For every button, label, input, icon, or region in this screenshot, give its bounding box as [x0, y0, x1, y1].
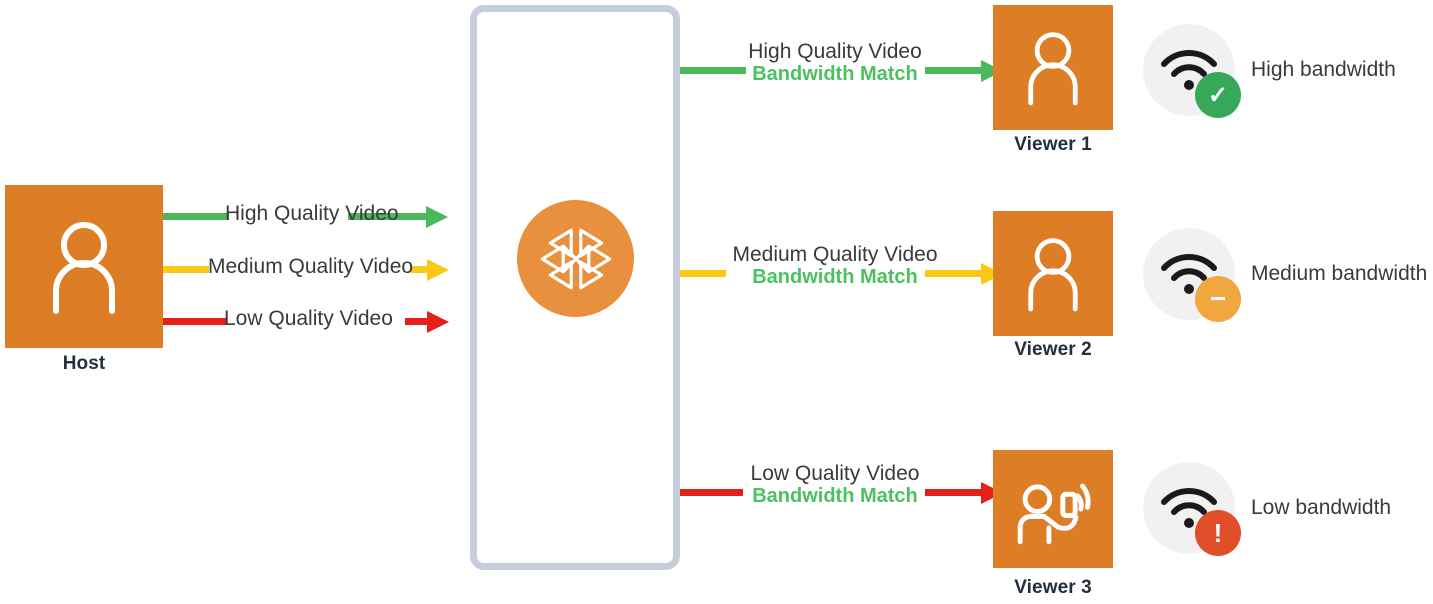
exclamation-icon: !	[1195, 510, 1241, 556]
person-icon	[1022, 29, 1084, 107]
bandwidth-status-high: ✓ High bandwidth	[1143, 24, 1396, 118]
egress-line-low	[680, 489, 743, 496]
egress-label-high-match: Bandwidth Match	[752, 62, 918, 85]
egress-label-low: Low Quality Video Bandwidth Match	[743, 462, 927, 507]
ingest-label-medium: Medium Quality Video	[208, 255, 414, 279]
diagram-canvas: Host High Quality Video Medium Quality V…	[0, 0, 1433, 604]
viewer-1-node[interactable]	[993, 5, 1113, 130]
egress-label-high-quality: High Quality Video	[748, 40, 922, 63]
ingest-label-low-text: Low Quality Video	[224, 307, 393, 330]
viewer-1-label: Viewer 1	[1014, 134, 1092, 155]
minus-icon: −	[1195, 276, 1241, 322]
person-icon	[1022, 235, 1084, 313]
egress-label-low-quality: Low Quality Video	[750, 462, 920, 485]
host-node[interactable]	[5, 185, 163, 348]
ingest-line-low-tail	[405, 318, 429, 325]
ingest-label-high-text: High Quality Video	[225, 202, 399, 225]
bandwidth-status-low: ! Low bandwidth	[1143, 462, 1392, 556]
egress-label-medium-quality: Medium Quality Video	[732, 243, 938, 266]
egress-label-low-match: Bandwidth Match	[752, 484, 918, 507]
person-mobile-icon	[1012, 468, 1094, 550]
ingest-arrowhead-low	[427, 311, 449, 333]
viewer-2-node[interactable]	[993, 211, 1113, 336]
ingest-arrowhead-medium	[427, 259, 449, 281]
bandwidth-status-medium: − Medium bandwidth	[1143, 228, 1428, 322]
egress-line-high-tail	[925, 67, 983, 74]
check-icon: ✓	[1195, 72, 1241, 118]
ingest-label-low: Low Quality Video	[224, 307, 393, 331]
wifi-icon: !	[1143, 462, 1241, 556]
ingest-line-low	[163, 318, 226, 325]
egress-label-medium-match: Bandwidth Match	[752, 265, 918, 288]
egress-line-low-tail	[925, 489, 983, 496]
ingest-line-medium	[163, 266, 209, 273]
ingest-line-high	[163, 213, 229, 220]
egress-label-medium: Medium Quality Video Bandwidth Match	[724, 243, 946, 288]
viewer-3-label: Viewer 3	[1014, 577, 1092, 598]
egress-label-high: High Quality Video Bandwidth Match	[744, 40, 926, 85]
ingest-label-high: High Quality Video	[225, 202, 399, 226]
bandwidth-status-high-text: High bandwidth	[1251, 58, 1396, 81]
person-icon	[45, 219, 123, 315]
viewer-3-node[interactable]	[993, 450, 1113, 568]
host-label: Host	[62, 353, 106, 374]
wifi-icon: ✓	[1143, 24, 1241, 118]
egress-line-medium	[680, 270, 726, 277]
egress-line-high	[680, 67, 746, 74]
ingest-label-medium-text: Medium Quality Video	[208, 255, 414, 278]
ingest-arrowhead-high	[426, 206, 448, 228]
bandwidth-status-low-text: Low bandwidth	[1251, 496, 1392, 519]
bandwidth-status-medium-text: Medium bandwidth	[1251, 262, 1428, 285]
aws-ivs-icon[interactable]	[517, 200, 634, 317]
viewer-2-label: Viewer 2	[1014, 339, 1092, 360]
wifi-icon: −	[1143, 228, 1241, 322]
